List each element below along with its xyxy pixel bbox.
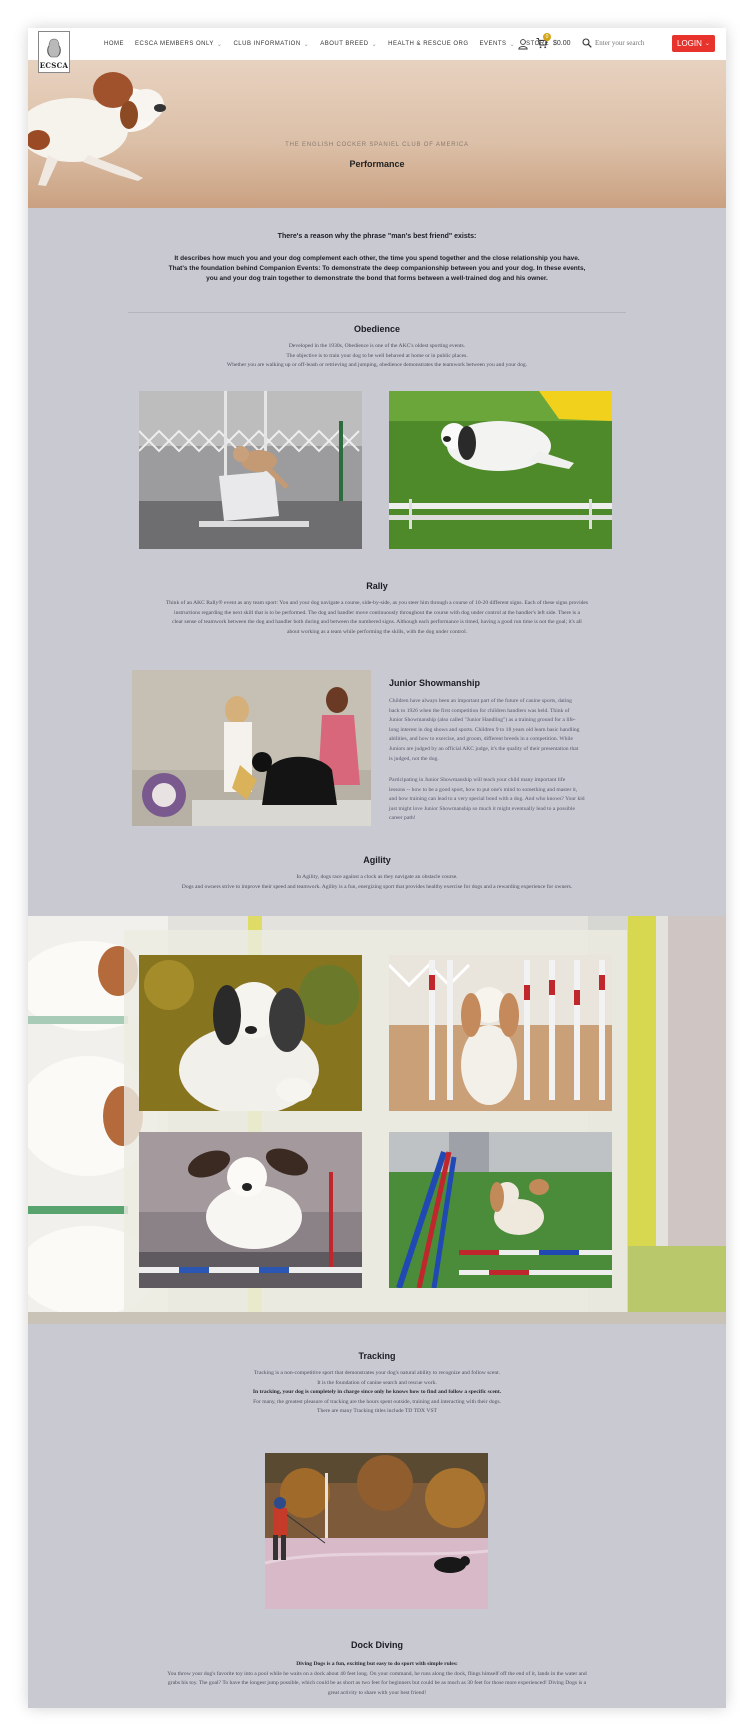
- junior-line: long interest in dog shows and sports. C…: [389, 726, 580, 733]
- nav-members-only[interactable]: ECSCA Members Only ⌄: [135, 41, 222, 48]
- dock-diving-text: Diving Dogs is a fun, exciting but easy …: [118, 1660, 636, 1698]
- junior-line: just might love Junior Showmanship so mu…: [389, 805, 575, 812]
- junior-line: and how training can lead to a very spec…: [389, 796, 585, 803]
- cart-count-badge: 0: [543, 33, 551, 41]
- tracking-line-bold: In tracking, your dog is completely in c…: [252, 1389, 502, 1395]
- nav-label: Events: [479, 41, 507, 47]
- junior-showmanship-photo: [132, 670, 371, 826]
- junior-line: lessons -- how to be a good sport, how t…: [389, 786, 578, 793]
- agility-photo-weave-poles: [389, 955, 612, 1111]
- nav-label: About Breed: [320, 41, 369, 47]
- agility-heading: Agility: [363, 855, 391, 865]
- chevron-down-icon: ⌄: [216, 41, 223, 48]
- tracking-line: For many, the greatest pleasure of track…: [253, 1398, 501, 1405]
- junior-line: Children have always been an important p…: [389, 698, 572, 704]
- dock-diving-heading: Dock Diving: [350, 1640, 403, 1650]
- nav-label: Club Information: [233, 41, 301, 47]
- tracking-line: There are many Tracking titles include T…: [317, 1408, 437, 1414]
- agility-photo-leap: [139, 1132, 362, 1288]
- login-label: LOGIN: [677, 39, 702, 48]
- search-icon[interactable]: [582, 38, 592, 48]
- nav-home[interactable]: Home: [104, 41, 124, 47]
- agility-photo-portrait: [139, 955, 362, 1111]
- tracking-photo: [265, 1453, 488, 1609]
- junior-paragraph-1: Children have always been an important p…: [389, 697, 611, 764]
- running-spaniel-photo: [28, 72, 166, 186]
- nav-label: ECSCA Members Only: [135, 41, 214, 47]
- dock-diving-line: You throw your dog's favorite toy into a…: [167, 1670, 587, 1677]
- chevron-down-icon: ⌄: [704, 41, 710, 47]
- rally-line: instructions regarding the next skill th…: [174, 609, 580, 616]
- obedience-heading: Obedience: [353, 324, 400, 334]
- nav-label: Home: [104, 41, 124, 47]
- obedience-text: Developed in the 1930s, Obedience is one…: [118, 342, 636, 371]
- junior-line: Junior Showmanship (also called "Junior …: [389, 717, 576, 724]
- nav-about-breed[interactable]: About Breed ⌄: [320, 41, 377, 48]
- nav-events[interactable]: Events ⌄: [480, 41, 516, 48]
- obedience-photo-high-jump: [389, 391, 612, 549]
- login-button[interactable]: LOGIN ⌄: [672, 35, 715, 52]
- junior-line: abilities, and how to exercise, and groo…: [389, 736, 574, 743]
- obedience-line: Whether you are walking up or off-leash …: [226, 362, 528, 368]
- rally-line: Think of an AKC Rally® event as any team…: [165, 600, 589, 606]
- main-nav: Home ECSCA Members Only ⌄ Club Informatio…: [104, 28, 560, 60]
- intro-text: It describes how much you and your dog c…: [98, 254, 656, 284]
- page-title: Performance: [349, 159, 405, 169]
- chevron-down-icon: ⌄: [509, 41, 516, 48]
- intro-heading: There's a reason why the phrase "man's b…: [277, 233, 477, 240]
- agility-line: In Agility, dogs race against a clock as…: [296, 874, 458, 880]
- search-input[interactable]: [595, 35, 659, 51]
- top-navigation-bar: Home ECSCA Members Only ⌄ Club Informatio…: [28, 28, 726, 60]
- agility-photo-jump-bars: [389, 1132, 612, 1288]
- chevron-down-icon: ⌄: [303, 41, 310, 48]
- hero-banner: THE ENGLISH COCKER SPANIEL CLUB of AMERI…: [28, 60, 726, 208]
- tracking-line: Tracking is a non-competitive sport that…: [253, 1370, 501, 1376]
- cart-total: $0.00: [553, 39, 571, 47]
- nav-health-rescue[interactable]: Health & Rescue Org: [388, 41, 468, 47]
- obedience-photo-jump: [139, 391, 362, 549]
- tracking-line: It is the foundation of canine search an…: [317, 1379, 437, 1386]
- junior-paragraph-2: Participating in Junior Showmanship will…: [389, 776, 611, 824]
- dock-diving-line: grabs his toy. The goal? To have the lon…: [167, 1680, 587, 1686]
- dock-diving-line: great activity to share with your best f…: [327, 1689, 427, 1696]
- agility-gallery: [28, 916, 726, 1324]
- junior-line: Participating in Junior Showmanship will…: [389, 777, 566, 783]
- nav-label: Health & Rescue Org: [388, 41, 469, 47]
- logo-text: ECSCA: [39, 61, 69, 70]
- site-logo[interactable]: ECSCA: [38, 31, 70, 73]
- intro-line: It describes how much you and your dog c…: [174, 255, 580, 262]
- junior-line: career path!: [389, 815, 416, 822]
- nav-club-information[interactable]: Club Information ⌄: [233, 41, 309, 48]
- tracking-text: Tracking is a non-competitive sport that…: [148, 1369, 606, 1417]
- intro-line: you and your dog train together to demon…: [206, 275, 548, 282]
- rally-line: about working as a team while performing…: [286, 628, 468, 635]
- intro-line: That's the foundation behind Companion E…: [168, 265, 586, 272]
- dock-diving-lead: Diving Dogs is a fun, exciting but easy …: [296, 1661, 458, 1667]
- agility-text: In Agility, dogs race against a clock as…: [118, 873, 636, 892]
- junior-line: is judged, not the dog.: [389, 755, 439, 762]
- rally-line: clear sense of teamwork between the dog …: [172, 619, 582, 625]
- chevron-down-icon: ⌄: [371, 41, 378, 48]
- page: Home ECSCA Members Only ⌄ Club Informatio…: [28, 28, 726, 1708]
- agility-line: Dogs and owners strive to improve their …: [181, 883, 573, 890]
- rally-text: Think of an AKC Rally® event as any team…: [126, 599, 628, 637]
- tracking-heading: Tracking: [358, 1351, 396, 1361]
- junior-showmanship-heading: Junior Showmanship: [389, 678, 481, 688]
- section-divider: [128, 312, 626, 313]
- obedience-line: The objective is to train your dog to be…: [286, 352, 468, 359]
- obedience-line: Developed in the 1930s, Obedience is one…: [288, 343, 466, 349]
- junior-line: Juniors are judged by an official AKC ju…: [389, 745, 579, 752]
- junior-line: back to 1926 when the first competition …: [389, 707, 570, 714]
- hero-subtitle: THE ENGLISH COCKER SPANIEL CLUB of AMERI…: [285, 142, 469, 148]
- user-icon[interactable]: [517, 38, 529, 50]
- cart-button[interactable]: 0 $0.00: [536, 33, 571, 49]
- cocker-spaniel-logo-icon: [47, 38, 61, 58]
- rally-heading: Rally: [366, 581, 388, 591]
